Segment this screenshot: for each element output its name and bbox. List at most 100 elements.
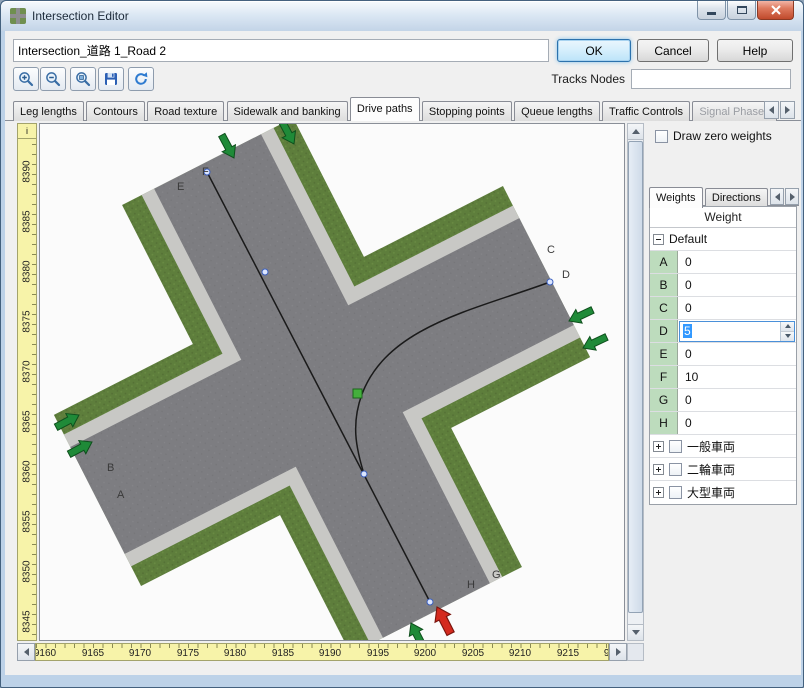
refresh-button[interactable]	[128, 67, 154, 91]
arrow-up-icon	[632, 129, 640, 134]
v-ruler-label: 8390	[22, 158, 33, 186]
weights-tab-scroll	[770, 188, 799, 205]
leg-label-a: A	[117, 489, 125, 501]
path-node[interactable]	[547, 279, 553, 285]
h-ruler-label: 9160	[35, 648, 62, 659]
weight-value-cell[interactable]: 0	[678, 251, 796, 273]
weight-value-cell[interactable]: 0	[678, 412, 796, 434]
vehicle-checkbox[interactable]	[669, 463, 682, 476]
weight-value-cell[interactable]: 0	[678, 389, 796, 411]
chevron-right-icon	[785, 106, 790, 114]
tab-drive-paths[interactable]: Drive paths	[350, 97, 420, 121]
save-button[interactable]	[98, 67, 124, 91]
zoom-out-icon	[45, 71, 61, 87]
tab-sidewalk-and-banking[interactable]: Sidewalk and banking	[227, 101, 348, 121]
weights-tab-scroll-left-button[interactable]	[770, 188, 784, 205]
close-button[interactable]	[757, 1, 794, 20]
vehicle-group-label: 一般車両	[687, 438, 735, 455]
vertical-scroll-thumb[interactable]	[628, 141, 643, 613]
vehicle-group-row: 大型車両	[650, 481, 796, 504]
vertical-scrollbar	[627, 123, 644, 641]
ok-button[interactable]: OK	[557, 39, 631, 62]
weight-value-cell[interactable]: 10	[678, 366, 796, 388]
expand-icon[interactable]	[653, 487, 664, 498]
scroll-right-button[interactable]	[609, 643, 627, 661]
zoom-in-button[interactable]	[13, 67, 39, 91]
leg-label-c: C	[547, 244, 555, 256]
row-key: A	[650, 251, 678, 273]
weights-panel: Draw zero weights Weights Directions Wei…	[649, 123, 799, 663]
spin-up-button[interactable]	[781, 322, 794, 332]
maximize-icon	[737, 6, 747, 14]
v-ruler-label: 8380	[22, 258, 33, 286]
tracks-nodes-label: Tracks Nodes	[485, 72, 625, 86]
collapse-icon[interactable]	[653, 234, 664, 245]
dialog-client-area: OK Cancel Help	[5, 31, 801, 675]
draw-zero-weights-row: Draw zero weights	[655, 129, 772, 143]
intersection-roads	[40, 124, 624, 640]
tab-strip: Leg lengths Contours Road texture Sidewa…	[5, 97, 801, 121]
weight-value-cell[interactable]: 0	[678, 274, 796, 296]
row-key: H	[650, 412, 678, 434]
weights-tab-scroll-right-button[interactable]	[785, 188, 799, 205]
intersection-canvas[interactable]: A B C D E F G H	[39, 123, 625, 641]
tab-scroll-right-button[interactable]	[780, 101, 795, 119]
minimize-button[interactable]	[697, 1, 726, 20]
h-ruler-label: 9180	[218, 648, 252, 659]
weight-row-b: B 0	[650, 274, 796, 297]
draw-zero-weights-checkbox[interactable]	[655, 130, 668, 143]
vehicle-checkbox[interactable]	[669, 440, 682, 453]
path-node[interactable]	[361, 471, 367, 477]
vehicle-group-row: 一般車両	[650, 435, 796, 458]
spinner	[780, 322, 794, 341]
tracks-nodes-input[interactable]	[631, 69, 791, 89]
path-node[interactable]	[427, 599, 433, 605]
tab-road-texture[interactable]: Road texture	[147, 101, 224, 121]
scroll-left-button[interactable]	[17, 643, 35, 661]
h-ruler-label: 9205	[456, 648, 490, 659]
h-ruler-label: 9185	[266, 648, 300, 659]
chevron-right-icon	[790, 193, 795, 201]
window-buttons	[697, 1, 794, 20]
h-ruler-label: 9165	[76, 648, 110, 659]
scroll-up-button[interactable]	[628, 124, 643, 140]
leg-label-b: B	[107, 462, 114, 474]
spin-down-button[interactable]	[781, 332, 794, 341]
zoom-selection-button[interactable]	[70, 67, 96, 91]
expand-icon[interactable]	[653, 441, 664, 452]
tab-traffic-controls[interactable]: Traffic Controls	[602, 101, 690, 121]
weight-value-cell[interactable]: 0	[678, 297, 796, 319]
zoom-in-icon	[18, 71, 34, 87]
cancel-button[interactable]: Cancel	[637, 39, 709, 62]
tab-directions[interactable]: Directions	[705, 188, 768, 206]
zoom-out-button[interactable]	[40, 67, 66, 91]
help-button[interactable]: Help	[717, 39, 793, 62]
weight-value-cell[interactable]: 0	[678, 343, 796, 365]
vehicle-checkbox[interactable]	[669, 486, 682, 499]
row-key: D	[650, 320, 678, 342]
tab-stopping-points[interactable]: Stopping points	[422, 101, 512, 121]
row-key: G	[650, 389, 678, 411]
tab-leg-lengths[interactable]: Leg lengths	[13, 101, 84, 121]
weight-editor-text[interactable]: 5	[680, 322, 780, 341]
maximize-button[interactable]	[727, 1, 756, 20]
weight-spin-editor[interactable]: 5	[679, 321, 795, 342]
row-key: E	[650, 343, 678, 365]
intersection-name-input[interactable]	[13, 39, 549, 62]
expand-icon[interactable]	[653, 464, 664, 475]
scroll-down-button[interactable]	[628, 624, 643, 640]
weight-row-h: H 0	[650, 412, 796, 435]
tab-queue-lengths[interactable]: Queue lengths	[514, 101, 600, 121]
weight-column-header: Weight	[650, 207, 796, 228]
arrow-right-icon	[616, 648, 621, 656]
path-node[interactable]	[262, 269, 268, 275]
default-group-row: Default	[650, 228, 796, 251]
selected-node-green[interactable]	[353, 389, 362, 398]
chevron-left-icon	[769, 106, 774, 114]
tab-scroll-left-button[interactable]	[764, 101, 779, 119]
v-ruler-label: 8375	[22, 308, 33, 336]
tab-contours[interactable]: Contours	[86, 101, 145, 121]
h-ruler-label: 9175	[171, 648, 205, 659]
refresh-icon	[133, 71, 149, 87]
tab-weights[interactable]: Weights	[649, 187, 703, 208]
